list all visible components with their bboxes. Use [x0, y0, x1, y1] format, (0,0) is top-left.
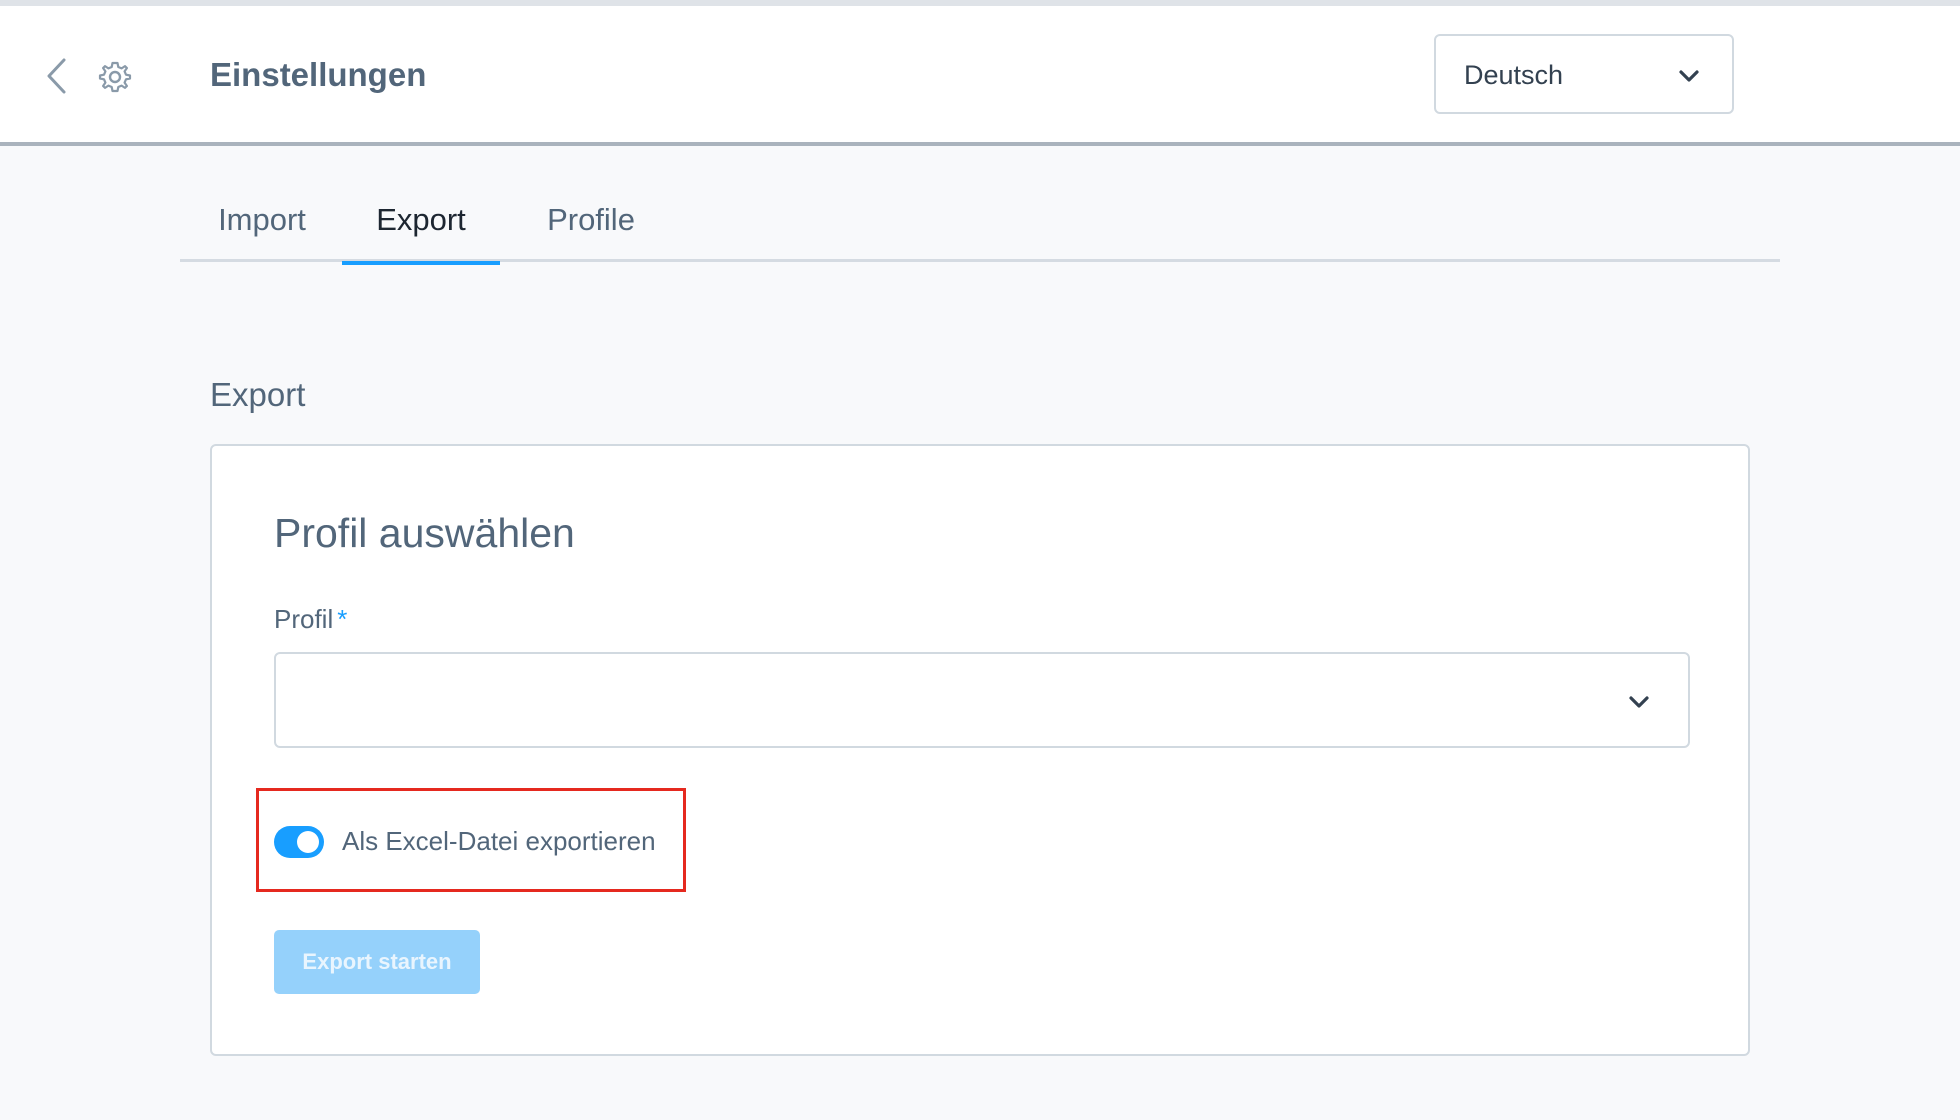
tab-profile[interactable]: Profile: [530, 190, 652, 262]
section-title: Export: [210, 376, 306, 413]
page-title: Einstellungen: [210, 56, 427, 93]
profile-label-text: Profil: [274, 604, 334, 634]
excel-export-label: Als Excel-Datei exportieren: [342, 826, 656, 856]
language-select[interactable]: Deutsch: [1434, 34, 1734, 114]
profile-select[interactable]: [274, 652, 1690, 748]
export-card: Profil auswählen Profil * Als Excel-Datei…: [210, 444, 1750, 1056]
tab-export[interactable]: Export: [342, 190, 500, 265]
tab-bar: Import Export Profile: [180, 190, 1780, 265]
gear-icon: [98, 60, 132, 94]
profile-field-label: Profil *: [274, 604, 347, 635]
chevron-down-icon: [1676, 64, 1702, 88]
card-title: Profil auswählen: [274, 510, 575, 556]
excel-export-toggle[interactable]: [274, 826, 324, 858]
language-select-value: Deutsch: [1464, 60, 1564, 90]
toggle-knob: [297, 831, 319, 853]
tab-import[interactable]: Import: [216, 190, 308, 262]
start-export-button[interactable]: Export starten: [274, 930, 480, 994]
required-marker: *: [337, 604, 348, 634]
chevron-left-icon[interactable]: [44, 56, 70, 96]
page-header: Einstellungen Deutsch: [0, 6, 1960, 146]
chevron-down-icon: [1626, 690, 1652, 714]
